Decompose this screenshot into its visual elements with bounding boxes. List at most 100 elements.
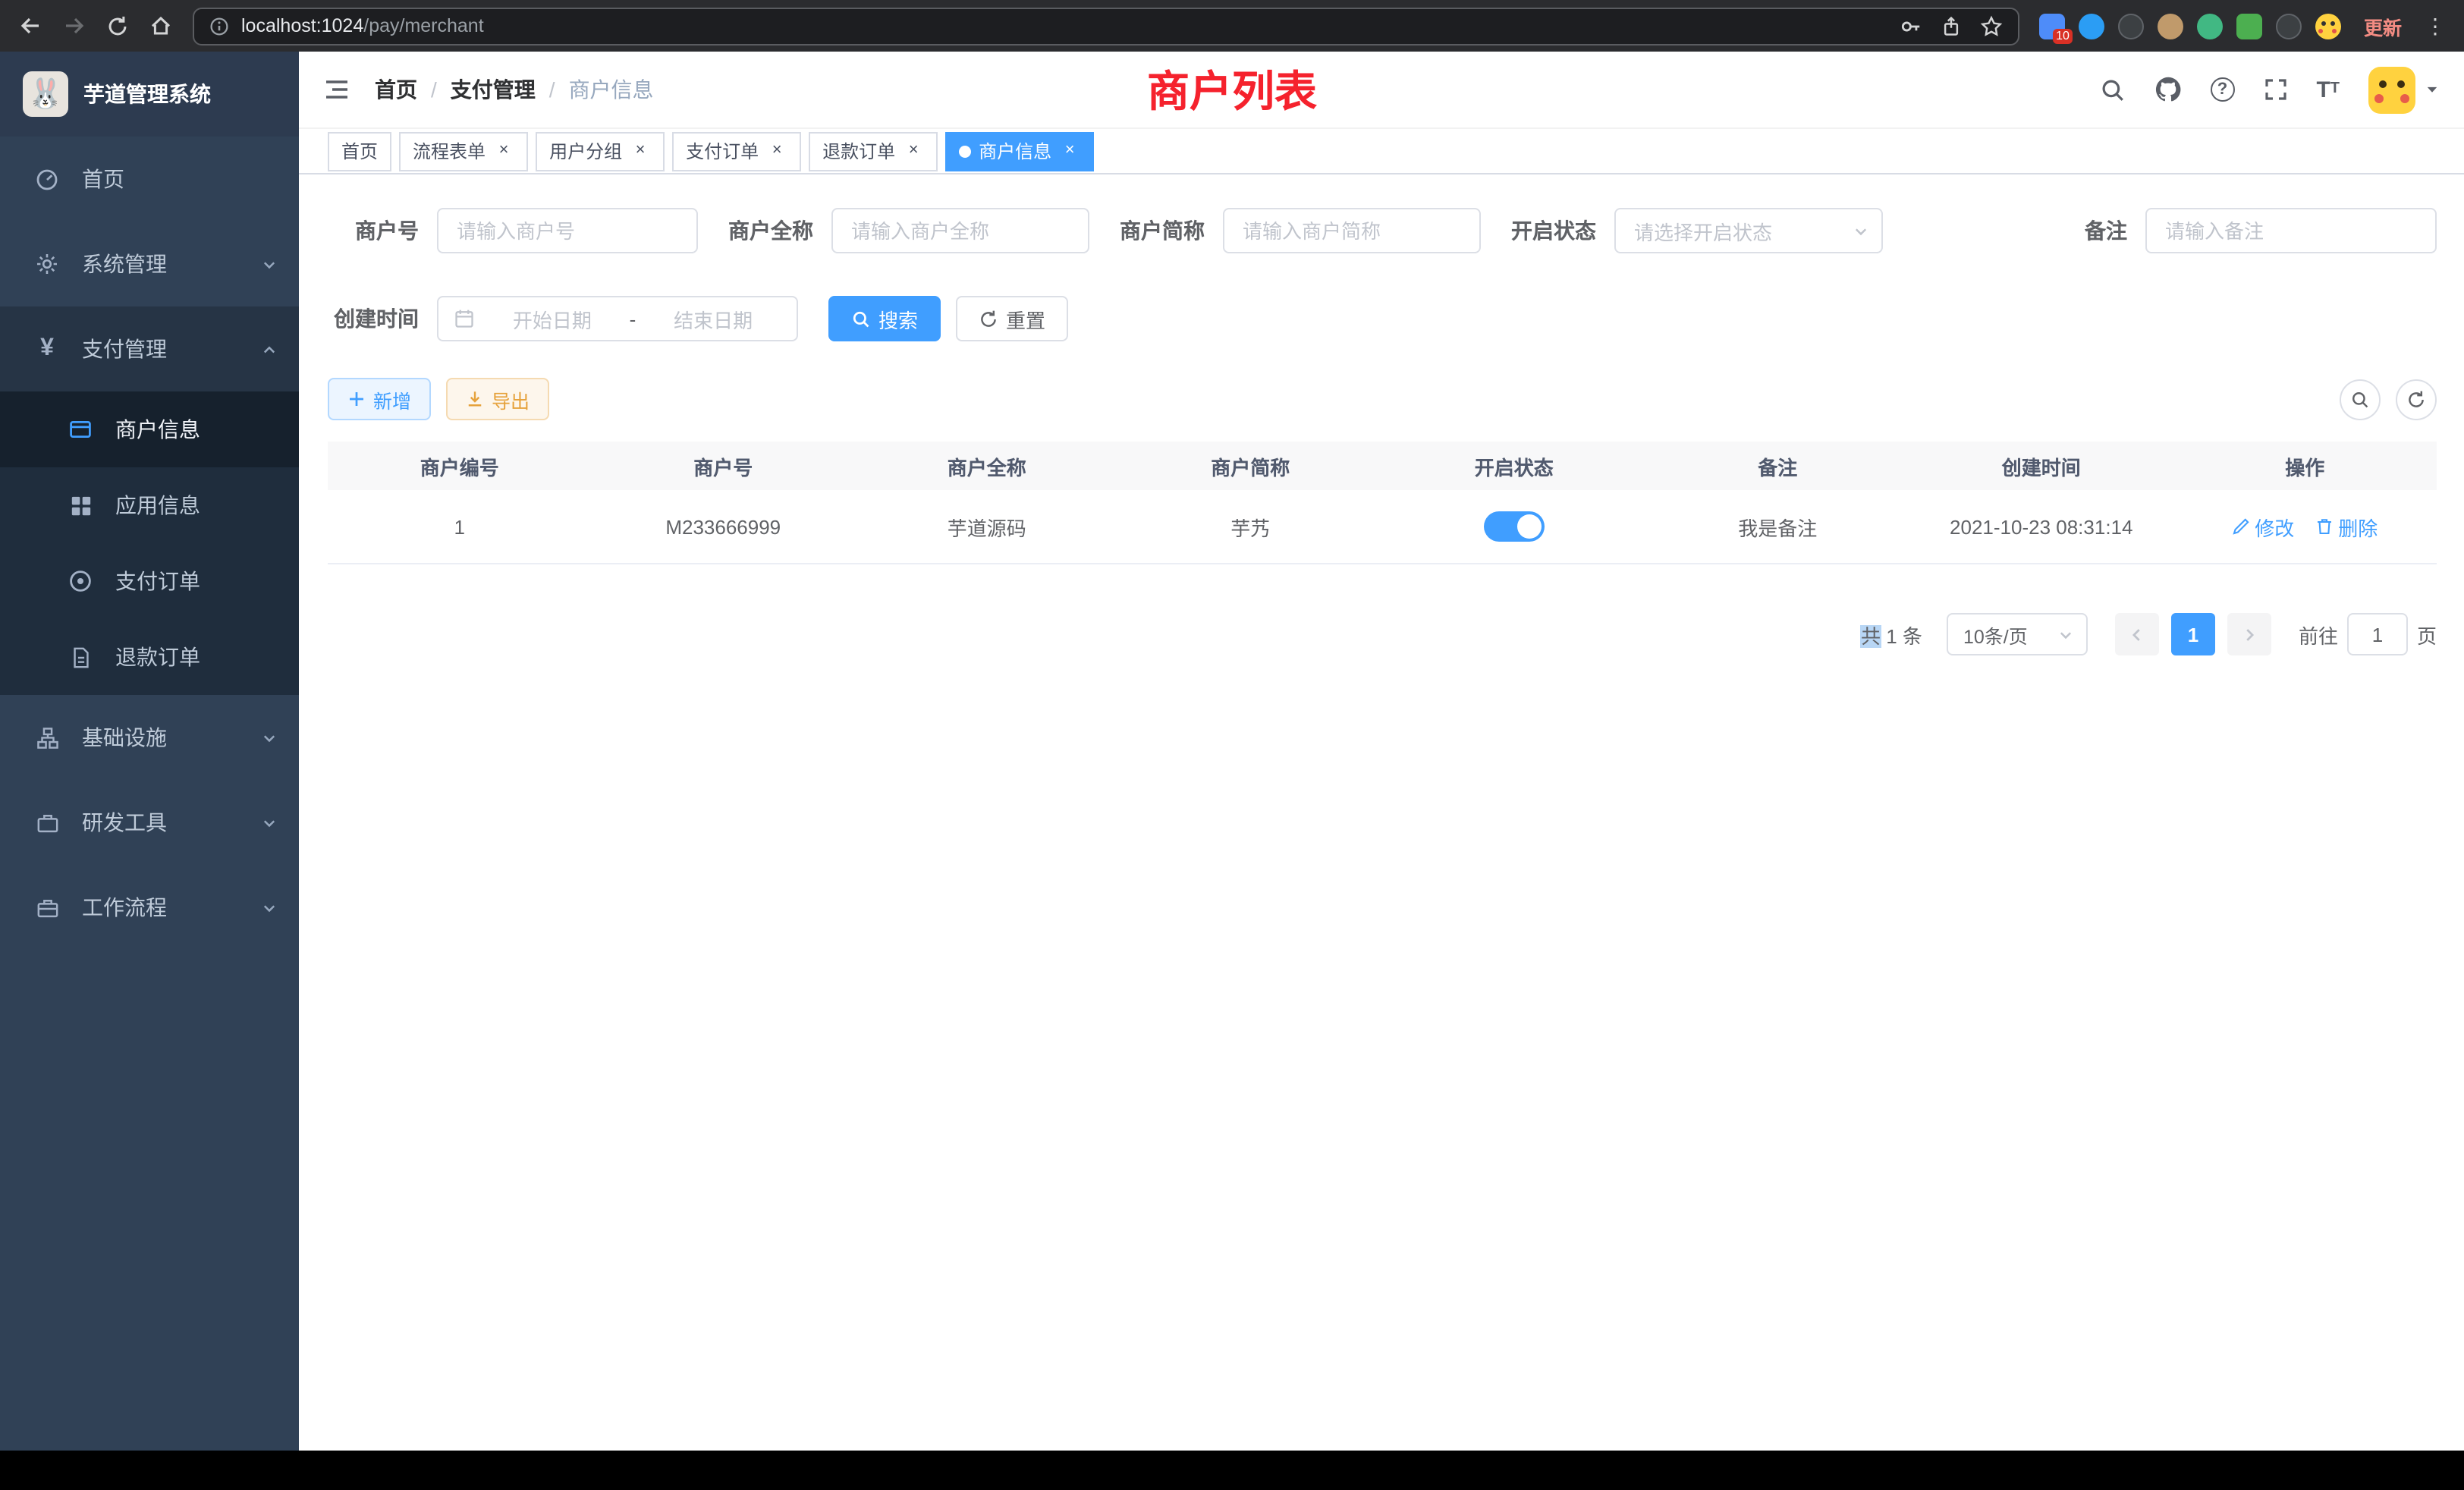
date-range-picker[interactable]: 开始日期 - 结束日期 [437,296,798,341]
sidebar-item-refund-orders[interactable]: 退款订单 [0,619,299,695]
status-select[interactable]: 请选择开启状态 [1614,208,1883,253]
page-annotation: 商户列表 [1147,59,1317,120]
profile-avatar[interactable] [2315,13,2341,39]
app-title: 芋道管理系统 [83,79,211,109]
bookmark-star-icon[interactable] [1980,14,2003,37]
extension-icon[interactable] [2158,13,2183,39]
goto-page-input[interactable] [2347,613,2408,655]
browser-toolbar: localhost:1024/pay/merchant 10 [0,0,2464,52]
full-name-input[interactable] [831,208,1089,253]
filter-label: 商户号 [328,215,419,246]
toggle-search-button[interactable] [2340,379,2381,420]
export-button[interactable]: 导出 [446,378,549,420]
delete-link[interactable]: 删除 [2315,512,2378,541]
tab-home[interactable]: 首页 [328,131,391,171]
close-tab-icon[interactable]: × [903,140,924,162]
sidebar-item-infrastructure[interactable]: 基础设施 [0,695,299,780]
extension-icon[interactable] [2197,13,2223,39]
chevron-down-icon [261,729,278,746]
cell-id: 1 [328,515,592,538]
sidebar-item-label: 支付管理 [82,334,261,364]
browser-refresh-icon[interactable] [106,14,129,37]
merchant-table: 商户编号 商户号 商户全称 商户简称 开启状态 备注 创建时间 操作 1 M23… [328,442,2437,564]
add-button-label: 新增 [373,385,411,413]
page-size-select[interactable]: 10条/页 [1947,613,2088,655]
browser-menu-icon[interactable]: ⋮ [2425,13,2446,39]
breadcrumb-section[interactable]: 支付管理 [451,74,536,105]
sidebar-item-workflow[interactable]: 工作流程 [0,865,299,950]
cell-full-name: 芋道源码 [855,512,1119,541]
hamburger-icon[interactable] [323,76,350,103]
browser-forward-icon[interactable] [62,14,86,38]
breadcrumb: 首页 / 支付管理 / 商户信息 [375,74,654,105]
merchant-no-input[interactable] [437,208,698,253]
sidebar-item-label: 基础设施 [82,722,261,753]
extension-icon[interactable]: 10 [2039,13,2065,39]
add-button[interactable]: 新增 [328,378,431,420]
search-button[interactable]: 搜索 [828,296,941,341]
sidebar-item-dev-tools[interactable]: 研发工具 [0,780,299,865]
extension-icon[interactable] [2276,13,2302,39]
close-tab-icon[interactable]: × [766,140,787,162]
address-bar[interactable]: localhost:1024/pay/merchant [193,7,2019,45]
table-header-row: 商户编号 商户号 商户全称 商户简称 开启状态 备注 创建时间 操作 [328,442,2437,490]
github-icon[interactable] [2154,76,2181,103]
search-icon[interactable] [2099,77,2125,102]
tab-merchant-info[interactable]: 商户信息× [945,131,1094,171]
browser-home-icon[interactable] [149,14,173,38]
column-header: 创建时间 [1909,451,2173,480]
cell-short-name: 芋艿 [1119,512,1383,541]
filter-short-name: 商户简称 [1120,208,1481,253]
sidebar-item-app-info[interactable]: 应用信息 [0,467,299,543]
sidebar-item-system-management[interactable]: 系统管理 [0,222,299,306]
sidebar-logo[interactable]: 🐰 芋道管理系统 [0,52,299,137]
tab-refund-orders[interactable]: 退款订单 × [809,131,938,171]
fullscreen-icon[interactable] [2263,77,2287,102]
filter-row-2: 创建时间 开始日期 - 结束日期 搜索 [328,296,2437,341]
refresh-table-button[interactable] [2396,379,2437,420]
breadcrumb-home[interactable]: 首页 [375,74,417,105]
short-name-input[interactable] [1223,208,1481,253]
close-tab-icon[interactable]: × [493,140,514,162]
extension-icon[interactable] [2079,13,2104,39]
export-button-label: 导出 [492,385,530,413]
site-info-icon[interactable] [209,16,229,36]
password-key-icon[interactable] [1900,14,1922,37]
calendar-icon [454,308,475,329]
filter-label: 开启状态 [1511,215,1596,246]
reset-button[interactable]: 重置 [956,296,1068,341]
sidebar-item-payment-orders[interactable]: 支付订单 [0,543,299,619]
filter-label: 商户全称 [728,215,813,246]
remark-input[interactable] [2145,208,2437,253]
tab-user-group[interactable]: 用户分组× [536,131,665,171]
close-tab-icon[interactable]: × [1059,140,1080,162]
chrome-update-button[interactable]: 更新 [2364,11,2402,40]
chevron-down-icon [261,899,278,916]
extensions-cluster: 10 [2039,13,2341,39]
status-toggle[interactable] [1484,511,1545,542]
logo-avatar: 🐰 [23,71,68,117]
sidebar-item-home[interactable]: 首页 [0,137,299,222]
tab-payment-orders[interactable]: 支付订单× [672,131,801,171]
sidebar-item-merchant-info[interactable]: 商户信息 [0,391,299,467]
share-icon[interactable] [1941,14,1962,37]
page-number-button[interactable]: 1 [2171,613,2215,655]
extension-icon[interactable] [2236,13,2262,39]
tab-label: 退款订单 [822,138,895,164]
delete-link-label: 删除 [2338,512,2378,541]
next-page-button[interactable] [2227,613,2271,655]
font-size-icon[interactable]: TT [2316,78,2340,101]
top-navbar: 首页 / 支付管理 / 商户信息 商户列表 ? [299,52,2464,127]
close-tab-icon[interactable]: × [630,140,651,162]
tab-process-form[interactable]: 流程表单× [399,131,528,171]
sidebar-menu: 首页 系统管理 ¥ 支付管理 [0,137,299,1451]
extension-icon[interactable] [2118,13,2144,39]
browser-back-icon[interactable] [18,14,42,38]
pagination: 共 1 条 10条/页 1 前往 页 [328,613,2437,655]
sidebar-item-payment-management[interactable]: ¥ 支付管理 [0,306,299,391]
user-avatar-menu[interactable] [2368,66,2440,113]
prev-page-button[interactable] [2115,613,2159,655]
help-icon[interactable]: ? [2210,77,2234,102]
column-header: 操作 [2173,451,2437,480]
edit-link[interactable]: 修改 [2232,512,2294,541]
